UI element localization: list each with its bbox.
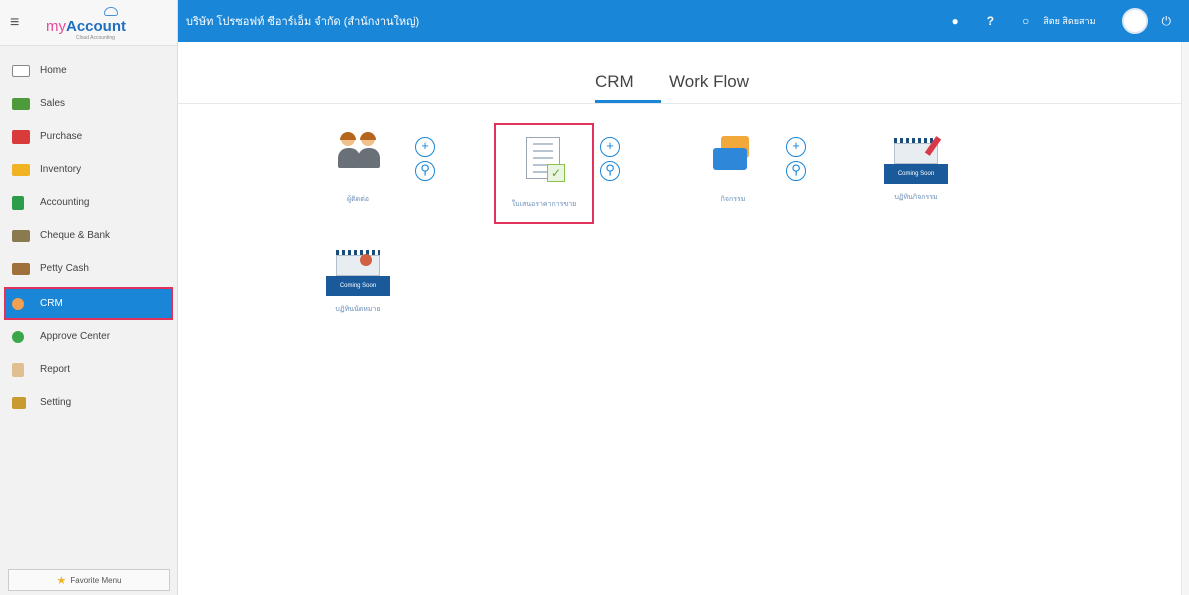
purchase-icon <box>12 129 30 144</box>
sidebar-item-label: Inventory <box>40 164 82 175</box>
bell-icon[interactable]: ● <box>951 14 958 28</box>
cloud-icon <box>104 6 118 16</box>
tile-label: บฏิทินนัดหมาย <box>335 306 381 313</box>
sidebar-item-crm[interactable]: CRM <box>4 287 173 320</box>
sidebar-item-label: Approve Center <box>40 331 111 342</box>
accounting-icon <box>12 195 24 210</box>
calendar-icon <box>894 136 942 164</box>
sidebar-item-label: Accounting <box>40 197 90 208</box>
coming-soon-badge: Coming Soon <box>326 276 390 296</box>
sales-icon <box>12 97 30 110</box>
quotation-document-icon: ✓ <box>520 135 568 183</box>
favorite-menu-button[interactable]: ★ Favorite Menu <box>8 569 170 591</box>
sidebar-item-label: Setting <box>40 397 72 408</box>
search-quotation-button[interactable]: ⚲ <box>600 161 620 181</box>
active-tab-indicator <box>595 100 661 103</box>
avatar[interactable] <box>1121 8 1148 34</box>
tile-activity-calendar[interactable]: Coming Soon บฏิทินกิจกรรม <box>866 136 966 203</box>
tile-label: กิจกรรม <box>720 196 746 203</box>
app-logo[interactable]: myAccount Cloud Accounting <box>46 6 128 41</box>
sidebar-item-report[interactable]: Report <box>0 353 177 386</box>
sidebar-item-label: Report <box>40 364 71 375</box>
sidebar-item-petty-cash[interactable]: Petty Cash <box>0 252 177 285</box>
sidebar-item-label: Home <box>40 65 67 76</box>
inventory-icon <box>12 163 30 176</box>
add-contact-button[interactable]: + <box>415 137 435 157</box>
top-bar: บริษัท โปรซอฟท์ ซีอาร์เอ็ม จำกัด (สำนักง… <box>178 0 1189 42</box>
cheque-bank-icon <box>12 229 30 242</box>
help-icon[interactable]: ? <box>987 14 994 28</box>
tile-contacts[interactable]: ผู้ติดต่อ <box>308 130 408 205</box>
crm-icon <box>12 297 24 310</box>
tile-label: บฏิทินกิจกรรม <box>894 194 938 201</box>
logo-bar: ≡ myAccount Cloud Accounting <box>0 0 177 46</box>
star-icon: ★ <box>56 574 67 587</box>
report-icon <box>12 362 24 377</box>
sidebar: ≡ myAccount Cloud Accounting Home Sales … <box>0 0 178 595</box>
sidebar-item-accounting[interactable]: Accounting <box>0 186 177 219</box>
activity-cards-icon <box>713 136 761 184</box>
sidebar-item-label: Sales <box>40 98 66 109</box>
sidebar-item-inventory[interactable]: Inventory <box>0 153 177 186</box>
sidebar-item-sales[interactable]: Sales <box>0 87 177 120</box>
sidebar-item-purchase[interactable]: Purchase <box>0 120 177 153</box>
search-activity-button[interactable]: ⚲ <box>786 161 806 181</box>
sidebar-item-home[interactable]: Home <box>0 54 177 87</box>
sidebar-item-label: Cheque & Bank <box>40 230 111 241</box>
tab-work-flow[interactable]: Work Flow <box>669 72 749 92</box>
add-activity-button[interactable]: + <box>786 137 806 157</box>
tab-crm[interactable]: CRM <box>595 72 634 92</box>
tile-activities[interactable]: กิจกรรม <box>683 130 783 205</box>
tile-quotation[interactable]: ✓ ใบเสนอราคาการขาย <box>494 123 594 224</box>
tile-label: ใบเสนอราคาการขาย <box>511 201 577 208</box>
search-contact-button[interactable]: ⚲ <box>415 161 435 181</box>
favorite-menu-label: Favorite Menu <box>70 575 122 585</box>
company-name: บริษัท โปรซอฟท์ ซีอาร์เอ็ม จำกัด (สำนักง… <box>186 16 420 28</box>
tile-label: ผู้ติดต่อ <box>347 196 369 203</box>
calendar-icon <box>336 250 380 276</box>
sidebar-item-label: Petty Cash <box>40 263 89 274</box>
coming-soon-badge: Coming Soon <box>884 164 948 184</box>
gear-icon[interactable]: ○ <box>1022 14 1029 28</box>
add-quotation-button[interactable]: + <box>600 137 620 157</box>
vertical-scrollbar[interactable] <box>1181 42 1189 595</box>
sidebar-menu: Home Sales Purchase Inventory Accounting… <box>0 54 177 419</box>
sidebar-item-label: Purchase <box>40 131 83 142</box>
sidebar-item-label: CRM <box>40 298 63 309</box>
hamburger-menu-icon[interactable]: ≡ <box>10 14 32 32</box>
sidebar-item-cheque-bank[interactable]: Cheque & Bank <box>0 219 177 252</box>
username[interactable]: สิตย สิดยสาม <box>1043 14 1095 28</box>
contacts-icon <box>334 130 382 178</box>
setting-icon <box>12 396 26 409</box>
main-content: CRM Work Flow ผู้ติดต่อ + ⚲ ✓ ใบเสนอราคา… <box>178 42 1189 595</box>
sidebar-item-approve-center[interactable]: Approve Center <box>0 320 177 353</box>
power-icon[interactable]: ⏻ <box>1162 14 1172 29</box>
tab-bar: CRM Work Flow <box>178 42 1189 104</box>
petty-cash-icon <box>12 262 30 275</box>
home-icon <box>12 64 30 77</box>
tile-appointment-calendar[interactable]: Coming Soon บฏิทินนัดหมาย <box>308 250 408 315</box>
logo-text: myAccount <box>46 17 126 35</box>
approve-icon <box>12 330 24 343</box>
sidebar-item-setting[interactable]: Setting <box>0 386 177 419</box>
logo-tagline: Cloud Accounting <box>76 34 115 41</box>
